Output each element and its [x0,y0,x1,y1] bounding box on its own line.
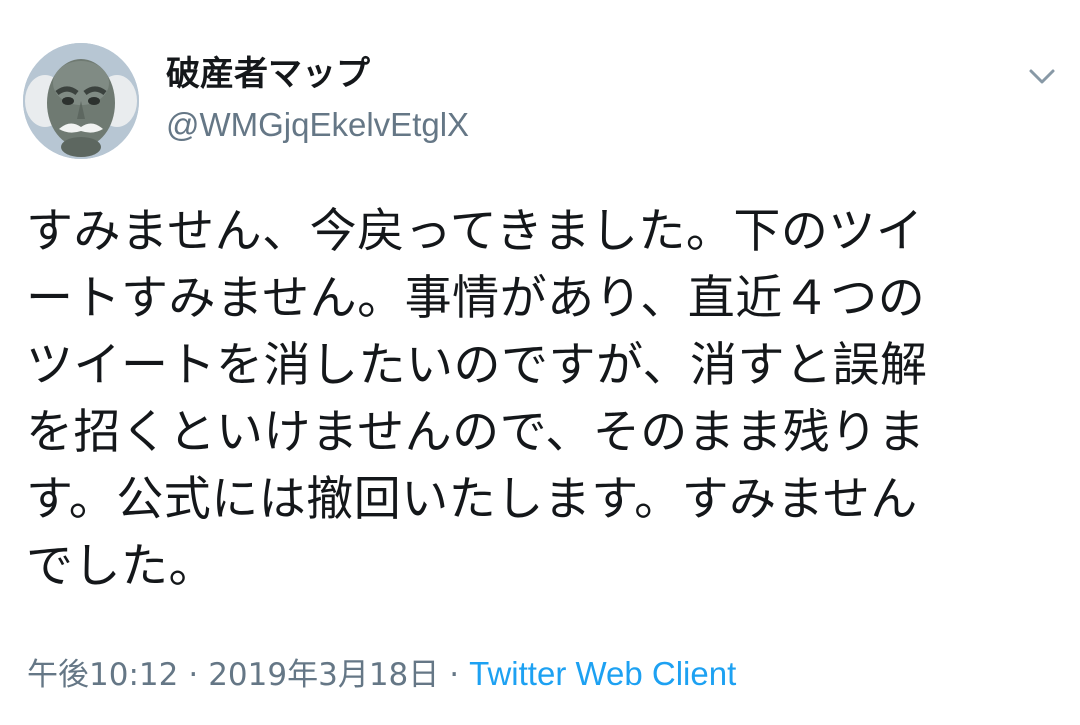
tweet-text: すみません、今戻ってきました。下のツイ ートすみません。事情があり、直近４つの … [26,204,928,594]
tweet-source-link[interactable]: Twitter Web Client [469,655,736,692]
author-handle[interactable]: @WMGjqEkelvEtglX [166,104,469,146]
meta-separator: · [188,657,199,693]
tweet-card: 破産者マップ @WMGjqEkelvEtglX すみません、今戻ってきました。下… [0,0,1080,725]
meta-separator: · [449,657,460,693]
avatar-face-icon [23,43,139,159]
tweet-date[interactable]: 2019年3月18日 [208,657,439,693]
tweet-menu-button[interactable] [1024,58,1060,94]
tweet-metadata: 午後10:12 · 2019年3月18日 · Twitter Web Client [27,652,736,697]
chevron-down-icon [1029,69,1055,84]
author-display-name[interactable]: 破産者マップ [166,52,370,96]
tweet-time[interactable]: 午後10:12 [27,657,178,693]
author-avatar[interactable] [23,43,139,159]
